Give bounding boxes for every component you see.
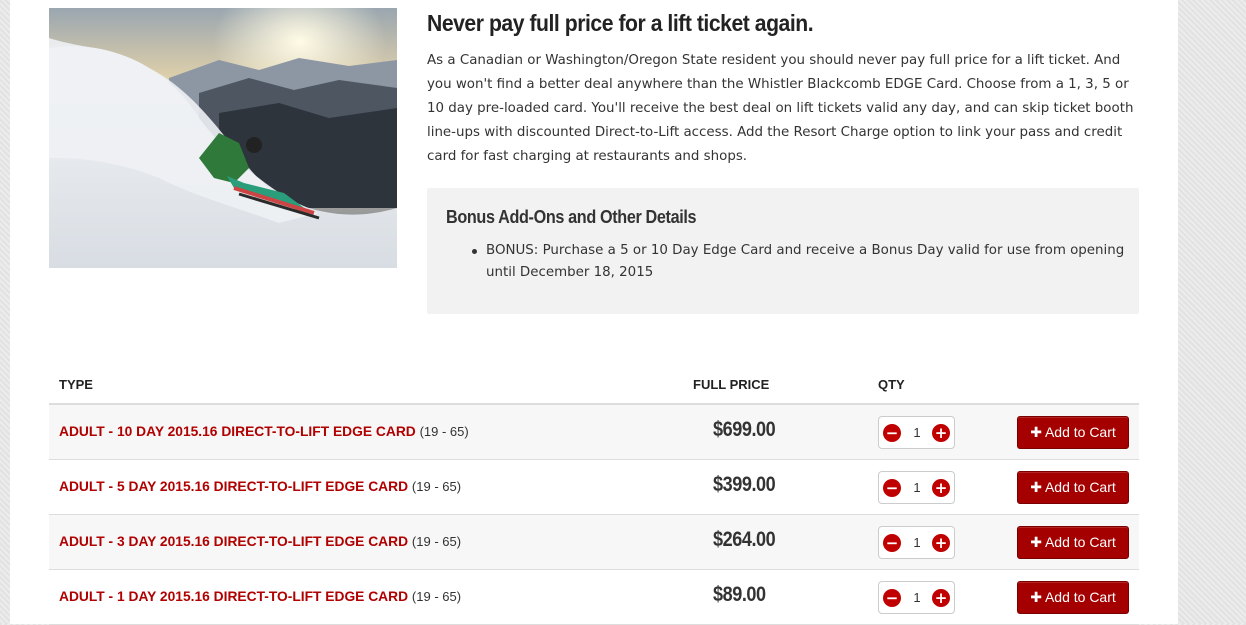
plus-icon: ✚	[1030, 535, 1042, 551]
minus-circle-icon[interactable]: −	[883, 424, 901, 442]
add-to-cart-button[interactable]: ✚ Add to Cart	[1017, 581, 1129, 614]
age-range: (19 - 65)	[419, 424, 469, 439]
plus-circle-icon[interactable]: +	[932, 589, 950, 607]
add-to-cart-button[interactable]: ✚ Add to Cart	[1017, 526, 1129, 559]
add-to-cart-button[interactable]: ✚ Add to Cart	[1017, 471, 1129, 504]
plus-circle-icon[interactable]: +	[932, 479, 950, 497]
age-range: (19 - 65)	[411, 589, 462, 604]
product-price: $264.00	[713, 528, 776, 551]
product-price: $399.00	[713, 473, 776, 496]
add-to-cart-label: Add to Cart	[1044, 534, 1116, 550]
bullet-icon	[472, 249, 477, 254]
plus-icon: ✚	[1030, 425, 1042, 441]
quantity-stepper: − 1 +	[878, 416, 955, 449]
product-name: ADULT - 1 DAY 2015.16 DIRECT-TO-LIFT EDG…	[59, 589, 461, 604]
column-header-price: FULL PRICE	[693, 377, 770, 392]
table-row: ADULT - 10 DAY 2015.16 DIRECT-TO-LIFT ED…	[49, 405, 1139, 460]
quantity-input[interactable]: 1	[909, 425, 925, 440]
product-link[interactable]: ADULT - 1 DAY 2015.16 DIRECT-TO-LIFT EDG…	[59, 589, 408, 604]
product-name: ADULT - 10 DAY 2015.16 DIRECT-TO-LIFT ED…	[59, 424, 469, 439]
quantity-stepper: − 1 +	[878, 581, 955, 614]
product-link[interactable]: ADULT - 5 DAY 2015.16 DIRECT-TO-LIFT EDG…	[59, 479, 408, 494]
page-title: Never pay full price for a lift ticket a…	[427, 10, 814, 36]
product-link[interactable]: ADULT - 3 DAY 2015.16 DIRECT-TO-LIFT EDG…	[59, 534, 408, 549]
table-row: ADULT - 3 DAY 2015.16 DIRECT-TO-LIFT EDG…	[49, 515, 1139, 570]
skier-photo	[49, 8, 397, 268]
column-header-qty: QTY	[878, 377, 905, 392]
bonus-addons-panel: Bonus Add-Ons and Other Details BONUS: P…	[427, 188, 1139, 314]
plus-icon: ✚	[1030, 590, 1042, 606]
plus-icon: ✚	[1030, 480, 1042, 496]
age-range: (19 - 65)	[411, 479, 462, 494]
age-range: (19 - 65)	[411, 534, 462, 549]
add-to-cart-label: Add to Cart	[1044, 589, 1116, 605]
add-to-cart-button[interactable]: ✚ Add to Cart	[1017, 416, 1129, 449]
product-name: ADULT - 5 DAY 2015.16 DIRECT-TO-LIFT EDG…	[59, 479, 461, 494]
table-row: ADULT - 1 DAY 2015.16 DIRECT-TO-LIFT EDG…	[49, 570, 1139, 625]
product-price: $699.00	[713, 418, 776, 441]
add-to-cart-label: Add to Cart	[1044, 479, 1116, 495]
minus-circle-icon[interactable]: −	[883, 479, 901, 497]
column-header-type: TYPE	[59, 377, 93, 392]
table-row: ADULT - 5 DAY 2015.16 DIRECT-TO-LIFT EDG…	[49, 460, 1139, 515]
minus-circle-icon[interactable]: −	[883, 534, 901, 552]
product-name: ADULT - 3 DAY 2015.16 DIRECT-TO-LIFT EDG…	[59, 534, 461, 549]
quantity-input[interactable]: 1	[909, 535, 925, 550]
quantity-input[interactable]: 1	[909, 480, 925, 495]
quantity-input[interactable]: 1	[909, 590, 925, 605]
bonus-addon-item: BONUS: Purchase a 5 or 10 Day Edge Card …	[486, 243, 1125, 280]
table-header: TYPE FULL PRICE QTY	[49, 373, 1139, 405]
quantity-stepper: − 1 +	[878, 526, 955, 559]
product-price: $89.00	[713, 583, 766, 606]
content-panel: Never pay full price for a lift ticket a…	[10, 0, 1178, 625]
quantity-stepper: − 1 +	[878, 471, 955, 504]
minus-circle-icon[interactable]: −	[883, 589, 901, 607]
product-link[interactable]: ADULT - 10 DAY 2015.16 DIRECT-TO-LIFT ED…	[59, 424, 416, 439]
add-to-cart-label: Add to Cart	[1044, 424, 1116, 440]
plus-circle-icon[interactable]: +	[932, 534, 950, 552]
plus-circle-icon[interactable]: +	[932, 424, 950, 442]
bonus-addons-title: Bonus Add-Ons and Other Details	[446, 207, 697, 227]
intro-paragraph: As a Canadian or Washington/Oregon State…	[427, 53, 1134, 164]
